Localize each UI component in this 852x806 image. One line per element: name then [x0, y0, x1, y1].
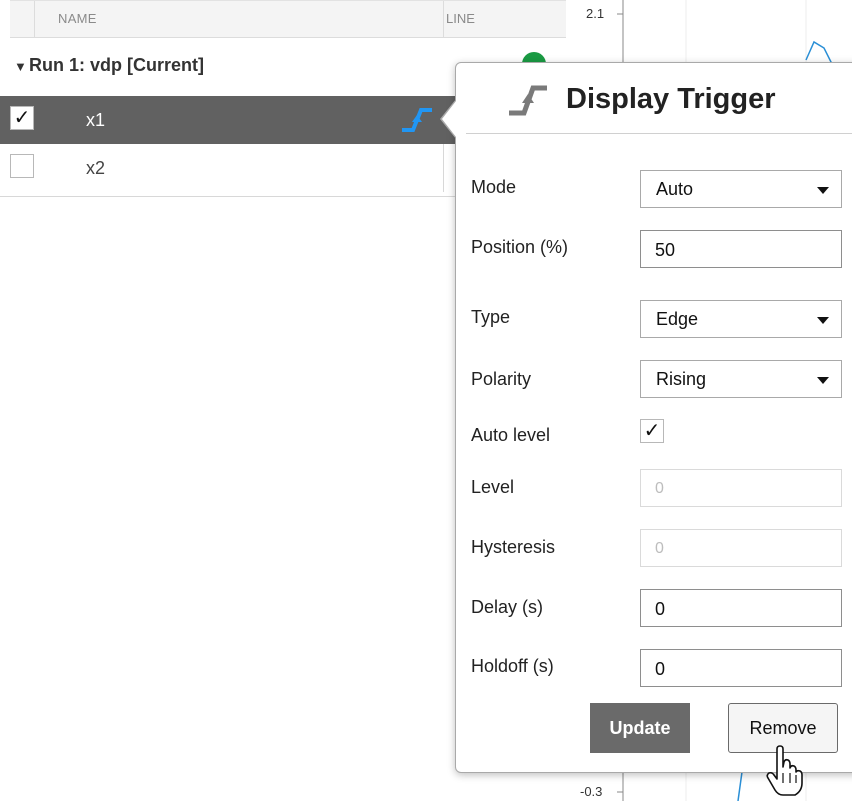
polarity-value: Rising [656, 369, 707, 389]
y-tick-bottom: -0.3 [580, 784, 603, 799]
signal-checkbox-x2[interactable] [10, 154, 34, 178]
level-label: Level [471, 477, 515, 497]
level-input: 0 [640, 469, 842, 507]
auto-level-checkbox[interactable]: ✓ [640, 419, 664, 443]
header-name[interactable]: NAME [58, 11, 97, 26]
table-header: NAME LINE [10, 0, 566, 38]
header-check-column [10, 1, 35, 37]
position-input[interactable]: 50 [640, 230, 842, 268]
mode-dropdown[interactable]: Auto [640, 170, 842, 208]
type-dropdown[interactable]: Edge [640, 300, 842, 338]
signal-name-x1: x1 [86, 110, 106, 130]
delay-label: Delay (s) [471, 597, 544, 617]
polarity-dropdown[interactable]: Rising [640, 360, 842, 398]
auto-level-label: Auto level [471, 425, 551, 445]
caret-down-icon[interactable]: ▼ [14, 59, 27, 74]
chevron-down-icon [817, 187, 829, 194]
header-line[interactable]: LINE [446, 11, 475, 26]
y-tick-top: 2.1 [586, 6, 605, 21]
chevron-down-icon [817, 317, 829, 324]
display-trigger-popup: Display Trigger Mode Auto Position (%) 5… [440, 62, 852, 796]
hysteresis-input: 0 [640, 529, 842, 567]
header-separator[interactable] [443, 1, 444, 37]
hand-cursor-icon [766, 745, 803, 796]
line-column-separator [443, 144, 444, 192]
delay-input[interactable]: 0 [640, 589, 842, 627]
mode-value: Auto [656, 179, 694, 199]
holdoff-label: Holdoff (s) [471, 656, 554, 676]
trigger-icon[interactable] [400, 106, 434, 134]
chevron-down-icon [817, 377, 829, 384]
signal-checkbox-x1[interactable]: ✓ [10, 106, 34, 130]
position-label: Position (%) [471, 237, 569, 257]
run-label: Run 1: vdp [Current] [29, 55, 204, 75]
polarity-label: Polarity [471, 369, 532, 389]
signal-name-x2: x2 [86, 158, 106, 178]
popup-title: Display Trigger [566, 83, 776, 115]
holdoff-input[interactable]: 0 [640, 649, 842, 687]
type-value: Edge [656, 309, 699, 329]
type-label: Type [471, 307, 511, 327]
hysteresis-label: Hysteresis [471, 537, 556, 557]
mode-label: Mode [471, 177, 517, 197]
title-divider [466, 133, 852, 134]
update-button[interactable]: Update [590, 703, 690, 753]
trigger-icon [509, 85, 547, 116]
